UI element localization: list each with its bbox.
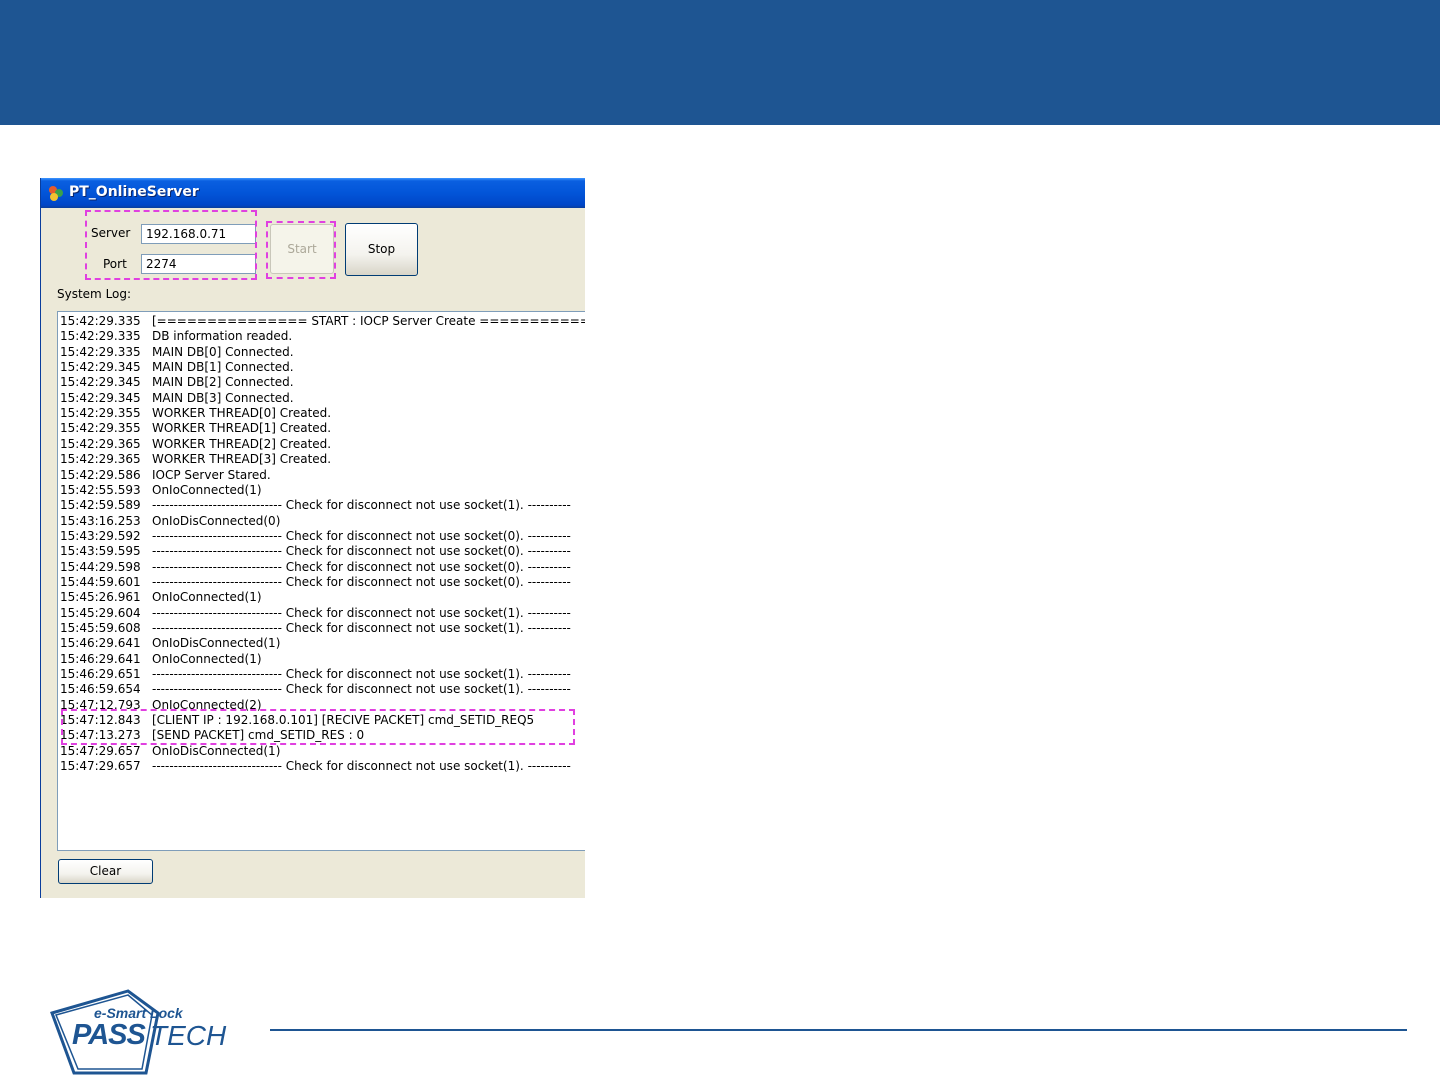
log-entry: 15:42:29.335 [=============== START : IOC…	[60, 314, 585, 330]
log-entry-time: 15:42:29.355	[60, 421, 141, 436]
log-entry-time: 15:42:29.355	[60, 406, 141, 421]
log-entry-time: 15:42:29.345	[60, 375, 141, 390]
log-entry-message: ------------------------------ Check for…	[152, 559, 571, 574]
log-entry-time: 15:42:55.593	[60, 482, 141, 497]
log-entry: 15:45:59.608 ----------------------------…	[60, 621, 571, 637]
log-entry: 15:42:59.589 ----------------------------…	[60, 498, 571, 514]
log-entry-time: 15:42:59.589	[60, 498, 141, 513]
highlight-box-connection	[85, 210, 257, 280]
system-log-label: System Log:	[57, 287, 132, 301]
log-entry: 15:44:29.598 ----------------------------…	[60, 560, 571, 576]
highlight-box-start	[266, 221, 336, 279]
log-entry: 15:47:29.657 OnIoDisConnected(1)	[60, 744, 280, 760]
log-entry-message: ------------------------------ Check for…	[152, 498, 571, 513]
log-entry-message: DB information readed.	[152, 329, 293, 344]
clear-button[interactable]: Clear	[58, 859, 153, 884]
log-entry-message: ------------------------------ Check for…	[152, 574, 571, 589]
log-entry: 15:43:59.595 ----------------------------…	[60, 544, 571, 560]
log-entry: 15:46:29.641 OnIoDisConnected(1)	[60, 636, 280, 652]
system-log-textbox[interactable]: 15:42:29.335 [=============== START : IOC…	[57, 311, 585, 851]
log-entry: 15:42:29.365 WORKER THREAD[3] Created.	[60, 452, 331, 468]
log-entry: 15:45:29.604 ----------------------------…	[60, 606, 571, 622]
log-entry-time: 15:46:29.641	[60, 651, 141, 666]
log-entry-message: [=============== START : IOCP Server Cre…	[152, 314, 585, 328]
log-entry-time: 15:42:29.345	[60, 360, 141, 375]
log-entry-message: MAIN DB[3] Connected.	[152, 390, 294, 405]
log-entry: 15:42:29.335 DB information readed.	[60, 329, 292, 345]
log-entry-time: 15:46:59.654	[60, 682, 141, 697]
passtech-logo: e-Smart Lock PASS TECH	[48, 985, 288, 1080]
log-entry-time: 15:46:29.651	[60, 667, 141, 682]
logo-brand-light: TECH	[150, 1020, 227, 1051]
log-entry-message: WORKER THREAD[2] Created.	[152, 436, 332, 451]
log-entry-time: 15:47:29.657	[60, 743, 141, 758]
log-entry: 15:46:29.641 OnIoConnected(1)	[60, 652, 262, 668]
log-entry-message: ------------------------------ Check for…	[152, 759, 571, 774]
log-entry-time: 15:42:29.365	[60, 436, 141, 451]
log-entry-message: ------------------------------ Check for…	[152, 667, 571, 682]
log-entry-message: WORKER THREAD[3] Created.	[152, 452, 332, 467]
log-entry: 15:42:29.355 WORKER THREAD[0] Created.	[60, 406, 331, 422]
log-entry-time: 15:46:29.641	[60, 636, 141, 651]
log-entry-message: ------------------------------ Check for…	[152, 544, 571, 559]
log-entry-message: MAIN DB[1] Connected.	[152, 360, 294, 375]
window-titlebar[interactable]: PT_OnlineServer	[41, 178, 585, 208]
log-entry: 15:43:16.253 OnIoDisConnected(0)	[60, 514, 280, 530]
log-entry-time: 15:42:29.586	[60, 467, 141, 482]
log-entry: 15:42:29.365 WORKER THREAD[2] Created.	[60, 437, 331, 453]
log-entry-time: 15:43:16.253	[60, 513, 141, 528]
log-entry: 15:45:26.961 OnIoConnected(1)	[60, 590, 262, 606]
log-entry-time: 15:42:29.335	[60, 329, 141, 344]
log-entry-message: MAIN DB[2] Connected.	[152, 375, 294, 390]
highlight-box-packet	[61, 709, 575, 745]
log-entry: 15:42:29.586 IOCP Server Stared.	[60, 468, 271, 484]
log-entry-time: 15:44:29.598	[60, 559, 141, 574]
log-entry-message: OnIoConnected(1)	[152, 482, 262, 497]
log-entry-time: 15:43:59.595	[60, 544, 141, 559]
log-entry-message: OnIoConnected(1)	[152, 590, 262, 605]
log-entry-message: MAIN DB[0] Connected.	[152, 344, 294, 359]
log-entry-message: OnIoConnected(1)	[152, 651, 262, 666]
log-entry: 15:42:29.345 MAIN DB[1] Connected.	[60, 360, 294, 376]
log-entry-message: IOCP Server Stared.	[152, 467, 271, 482]
log-entry-time: 15:42:29.335	[60, 314, 141, 328]
log-entry-time: 15:44:59.601	[60, 574, 141, 589]
log-entry-message: OnIoDisConnected(1)	[152, 636, 281, 651]
log-entry-message: OnIoDisConnected(1)	[152, 743, 281, 758]
log-entry-message: WORKER THREAD[0] Created.	[152, 406, 332, 421]
logo-brand-bold: PASS	[72, 1019, 146, 1051]
app-window: PT_OnlineServer Server 192.168.0.71 Port…	[40, 178, 585, 898]
log-entry: 15:46:59.654 ----------------------------…	[60, 682, 571, 698]
log-entry-time: 15:43:29.592	[60, 528, 141, 543]
log-entry-time: 15:47:29.657	[60, 759, 141, 774]
log-entry: 15:47:29.657 ----------------------------…	[60, 759, 571, 775]
log-entry-time: 15:45:29.604	[60, 605, 141, 620]
log-entry-time: 15:42:29.335	[60, 344, 141, 359]
app-icon	[47, 184, 65, 202]
log-entry: 15:42:29.335 MAIN DB[0] Connected.	[60, 345, 294, 361]
stop-button[interactable]: Stop	[345, 223, 418, 276]
log-entry-message: WORKER THREAD[1] Created.	[152, 421, 332, 436]
window-title: PT_OnlineServer	[69, 184, 199, 200]
log-entry-message: ------------------------------ Check for…	[152, 621, 571, 635]
log-entry-time: 15:42:29.345	[60, 390, 141, 405]
footer-divider	[270, 1029, 1407, 1031]
log-entry-time: 15:45:59.608	[60, 621, 141, 635]
log-entry-message: ------------------------------ Check for…	[152, 605, 571, 620]
header-band	[0, 0, 1440, 125]
log-entry-time: 15:45:26.961	[60, 590, 141, 605]
log-entry: 15:42:29.345 MAIN DB[3] Connected.	[60, 391, 294, 407]
log-entry-time: 15:42:29.365	[60, 452, 141, 467]
log-entry-message: ------------------------------ Check for…	[152, 528, 571, 543]
log-entry: 15:42:29.345 MAIN DB[2] Connected.	[60, 375, 294, 391]
log-entry: 15:44:59.601 ----------------------------…	[60, 575, 571, 591]
log-entry: 15:43:29.592 ----------------------------…	[60, 529, 571, 545]
log-entry-message: ------------------------------ Check for…	[152, 682, 571, 697]
log-entry: 15:46:29.651 ----------------------------…	[60, 667, 571, 683]
log-entry: 15:42:55.593 OnIoConnected(1)	[60, 483, 262, 499]
log-entry: 15:42:29.355 WORKER THREAD[1] Created.	[60, 421, 331, 437]
log-entry-message: OnIoDisConnected(0)	[152, 513, 281, 528]
